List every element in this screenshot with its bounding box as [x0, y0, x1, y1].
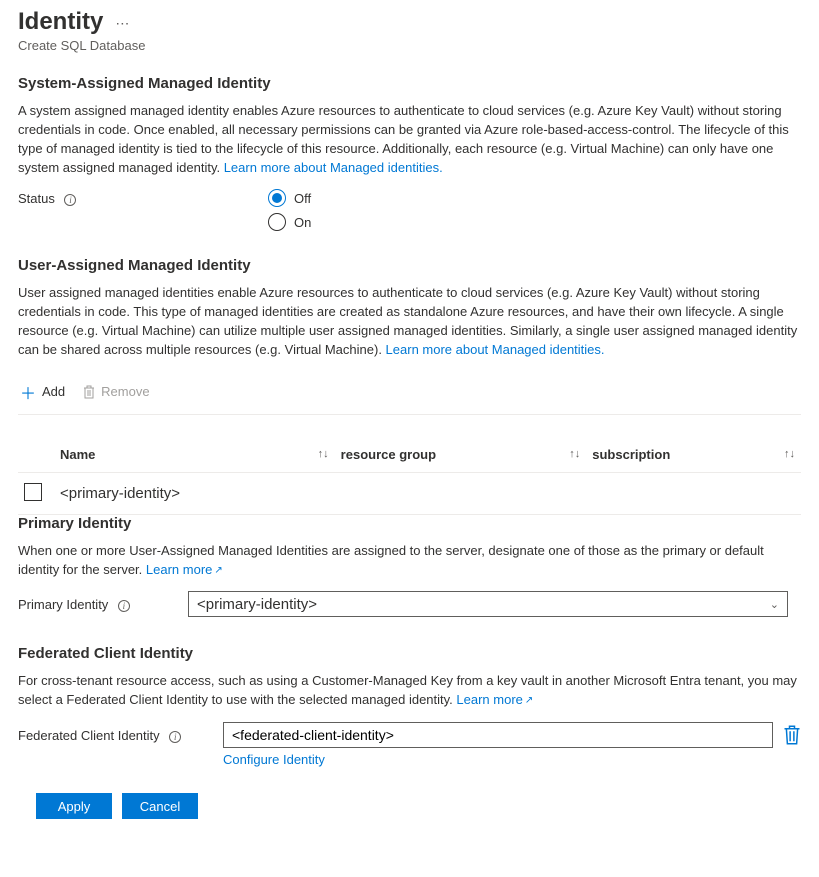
sort-icon: ↑↓: [784, 448, 795, 460]
info-icon[interactable]: i: [118, 600, 130, 612]
learn-more-user-link[interactable]: Learn more about Managed identities.: [386, 342, 605, 357]
user-assigned-description: User assigned managed identities enable …: [18, 284, 801, 359]
cell-name: <primary-identity>: [54, 472, 335, 514]
status-label: Status: [18, 191, 55, 206]
external-link-icon: ↗: [525, 695, 533, 706]
page-title: Identity: [18, 8, 103, 36]
section-title-system-assigned: System-Assigned Managed Identity: [18, 75, 801, 92]
radio-label-off: Off: [294, 191, 311, 206]
sort-icon: ↑↓: [318, 448, 329, 460]
federated-client-identity-input[interactable]: [223, 722, 773, 748]
federated-label: Federated Client Identity: [18, 728, 160, 743]
plus-icon: ＋: [20, 380, 36, 404]
info-icon[interactable]: i: [169, 731, 181, 743]
learn-more-federated-link[interactable]: Learn more↗: [456, 692, 533, 707]
apply-button[interactable]: Apply: [36, 793, 112, 819]
column-header-subscription[interactable]: subscription↑↓: [586, 439, 801, 473]
system-assigned-description: A system assigned managed identity enabl…: [18, 102, 801, 177]
identities-table: Name↑↓ resource group↑↓ subscription↑↓ <…: [18, 439, 801, 515]
primary-identity-description: When one or more User-Assigned Managed I…: [18, 542, 801, 580]
remove-button-label: Remove: [101, 384, 149, 399]
trash-icon: [83, 385, 95, 399]
chevron-down-icon: ⌄: [770, 598, 779, 611]
sort-icon: ↑↓: [569, 448, 580, 460]
delete-icon[interactable]: [783, 725, 801, 745]
cancel-button[interactable]: Cancel: [122, 793, 198, 819]
page-subtitle: Create SQL Database: [18, 38, 801, 53]
configure-identity-link[interactable]: Configure Identity: [223, 752, 325, 767]
primary-identity-label: Primary Identity: [18, 597, 108, 612]
add-button[interactable]: ＋ Add: [20, 380, 65, 404]
info-icon[interactable]: i: [64, 194, 76, 206]
federated-description: For cross-tenant resource access, such a…: [18, 672, 801, 710]
table-row[interactable]: <primary-identity>: [18, 472, 801, 514]
external-link-icon: ↗: [214, 565, 222, 576]
cell-resource-group: [335, 472, 587, 514]
add-button-label: Add: [42, 384, 65, 399]
status-radio-group: Off On: [268, 189, 311, 231]
status-radio-off[interactable]: Off: [268, 189, 311, 207]
radio-label-on: On: [294, 215, 311, 230]
primary-identity-value: <primary-identity>: [197, 596, 317, 613]
remove-button: Remove: [83, 384, 149, 399]
section-title-primary: Primary Identity: [18, 515, 801, 532]
primary-identity-dropdown[interactable]: <primary-identity> ⌄: [188, 591, 788, 617]
column-header-name[interactable]: Name↑↓: [54, 439, 335, 473]
row-checkbox[interactable]: [24, 483, 42, 501]
more-menu-icon[interactable]: ⋯: [115, 15, 130, 32]
section-title-user-assigned: User-Assigned Managed Identity: [18, 257, 801, 274]
column-header-resource-group[interactable]: resource group↑↓: [335, 439, 587, 473]
learn-more-primary-link[interactable]: Learn more↗: [146, 562, 223, 577]
cell-subscription: [586, 472, 801, 514]
status-radio-on[interactable]: On: [268, 213, 311, 231]
section-title-federated: Federated Client Identity: [18, 645, 801, 662]
learn-more-system-link[interactable]: Learn more about Managed identities.: [224, 160, 443, 175]
